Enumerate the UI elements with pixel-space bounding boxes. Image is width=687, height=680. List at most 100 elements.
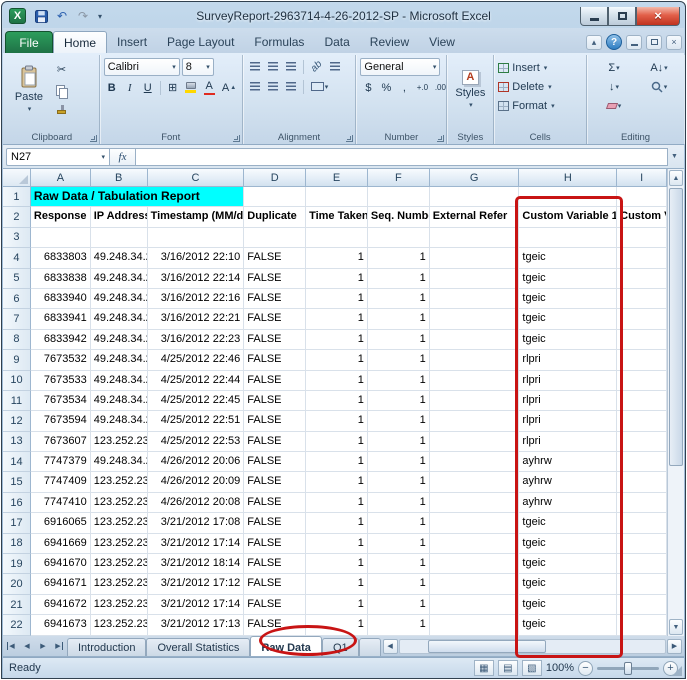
cell-B15[interactable]: 123.252.239.2 <box>91 472 148 492</box>
cell-I16[interactable] <box>617 493 667 513</box>
wrap-text-button[interactable] <box>327 58 343 75</box>
increase-decimal-button[interactable]: +.0 <box>414 79 430 96</box>
hscroll-track[interactable] <box>399 639 666 654</box>
scroll-up-icon[interactable]: ▲ <box>669 170 683 186</box>
cell-I2[interactable]: Custom V <box>617 207 667 227</box>
accounting-format-button[interactable]: $ <box>360 79 376 96</box>
cell-C10[interactable]: 4/25/2012 22:44 <box>148 371 245 391</box>
sheet-tab-introduction[interactable]: Introduction <box>67 638 146 656</box>
cell-B14[interactable]: 49.248.34.202 <box>91 452 148 472</box>
cell-B18[interactable]: 123.252.239.2 <box>91 534 148 554</box>
cell-B17[interactable]: 123.252.239.2 <box>91 513 148 533</box>
workbook-restore-button[interactable] <box>646 35 662 50</box>
cell-G11[interactable] <box>430 391 520 411</box>
column-header-G[interactable]: G <box>430 169 520 187</box>
cell-D5[interactable]: FALSE <box>244 269 306 289</box>
row-header-14[interactable]: 14 <box>3 452 31 472</box>
cell-I3[interactable] <box>617 228 667 248</box>
tab-file[interactable]: File <box>5 31 53 53</box>
workbook-close-button[interactable]: × <box>666 35 682 50</box>
tab-insert[interactable]: Insert <box>107 31 157 53</box>
sheet-tab-q1[interactable]: Q1 <box>322 638 359 656</box>
tab-home[interactable]: Home <box>53 31 107 53</box>
cell-E20[interactable]: 1 <box>306 574 368 594</box>
cell-D20[interactable]: FALSE <box>244 574 306 594</box>
autosum-button[interactable]: Σ▾ <box>591 59 637 76</box>
cell-G4[interactable] <box>430 248 520 268</box>
cell-G19[interactable] <box>430 554 520 574</box>
cell-D4[interactable]: FALSE <box>244 248 306 268</box>
cell-E3[interactable] <box>306 228 368 248</box>
merge-center-button[interactable]: ▾ <box>308 78 332 95</box>
align-right-button[interactable] <box>283 78 299 95</box>
cell-E1[interactable] <box>306 187 368 207</box>
cell-E5[interactable]: 1 <box>306 269 368 289</box>
cell-H5[interactable]: tgeic <box>519 269 617 289</box>
horizontal-scrollbar[interactable]: ◀ ▶ <box>381 636 684 656</box>
cell-B8[interactable]: 49.248.34.202 <box>91 330 148 350</box>
align-center-button[interactable] <box>265 78 281 95</box>
row-header-1[interactable]: 1 <box>3 187 31 207</box>
formula-bar-expand-icon[interactable]: ▼ <box>668 148 681 166</box>
cell-I18[interactable] <box>617 534 667 554</box>
cell-E2[interactable]: Time Taken <box>306 207 368 227</box>
decrease-decimal-button[interactable]: .00 <box>432 79 448 96</box>
cell-H16[interactable]: ayhrw <box>519 493 617 513</box>
workbook-minimize-button[interactable] <box>626 35 642 50</box>
tab-view[interactable]: View <box>419 31 465 53</box>
cell-A18[interactable]: 6941669 <box>31 534 91 554</box>
cell-D13[interactable]: FALSE <box>244 432 306 452</box>
cell-B20[interactable]: 123.252.239.2 <box>91 574 148 594</box>
cell-A3[interactable] <box>31 228 91 248</box>
cell-D16[interactable]: FALSE <box>244 493 306 513</box>
cell-H13[interactable]: rlpri <box>519 432 617 452</box>
cell-D6[interactable]: FALSE <box>244 289 306 309</box>
cell-B21[interactable]: 123.252.239.2 <box>91 595 148 615</box>
cell-B10[interactable]: 49.248.34.202 <box>91 371 148 391</box>
zoom-level-label[interactable]: 100% <box>546 662 574 674</box>
row-header-4[interactable]: 4 <box>3 248 31 268</box>
orientation-button[interactable]: ab <box>308 58 325 75</box>
align-left-button[interactable] <box>247 78 263 95</box>
cell-D17[interactable]: FALSE <box>244 513 306 533</box>
cell-C2[interactable]: Timestamp (MM/dd <box>148 207 245 227</box>
help-icon[interactable]: ? <box>606 34 622 50</box>
cell-F2[interactable]: Seq. Number <box>368 207 430 227</box>
row-header-18[interactable]: 18 <box>3 534 31 554</box>
zoom-slider[interactable] <box>597 667 659 670</box>
cell-I21[interactable] <box>617 595 667 615</box>
cell-D2[interactable]: Duplicate <box>244 207 306 227</box>
cell-H18[interactable]: tgeic <box>519 534 617 554</box>
cell-I11[interactable] <box>617 391 667 411</box>
cell-C4[interactable]: 3/16/2012 22:10 <box>148 248 245 268</box>
row-header-6[interactable]: 6 <box>3 289 31 309</box>
cell-A1-report-title[interactable]: Raw Data / Tabulation Report <box>31 187 244 207</box>
next-sheet-icon[interactable]: ▶ <box>35 636 51 656</box>
cell-C8[interactable]: 3/16/2012 22:23 <box>148 330 245 350</box>
vertical-scrollbar[interactable]: ▲ ▼ <box>667 169 684 636</box>
cell-H8[interactable]: tgeic <box>519 330 617 350</box>
first-sheet-icon[interactable]: ◀ <box>3 636 19 656</box>
cell-C5[interactable]: 3/16/2012 22:14 <box>148 269 245 289</box>
cell-G14[interactable] <box>430 452 520 472</box>
redo-icon[interactable]: ↷ <box>74 8 92 25</box>
cell-D9[interactable]: FALSE <box>244 350 306 370</box>
number-dialog-launcher-icon[interactable] <box>437 135 444 142</box>
clipboard-dialog-launcher-icon[interactable] <box>90 135 97 142</box>
row-header-3[interactable]: 3 <box>3 228 31 248</box>
italic-button[interactable]: I <box>122 79 138 96</box>
sheet-tab-raw-data[interactable]: Raw Data <box>250 636 322 656</box>
window-minimize-button[interactable] <box>580 7 608 26</box>
cell-I10[interactable] <box>617 371 667 391</box>
cell-D22[interactable]: FALSE <box>244 615 306 635</box>
column-header-I[interactable]: I <box>617 169 667 187</box>
cell-F7[interactable]: 1 <box>368 309 430 329</box>
cell-A12[interactable]: 7673594 <box>31 411 91 431</box>
cell-F6[interactable]: 1 <box>368 289 430 309</box>
cell-F19[interactable]: 1 <box>368 554 430 574</box>
fill-color-button[interactable] <box>183 79 199 96</box>
cell-F4[interactable]: 1 <box>368 248 430 268</box>
cell-G15[interactable] <box>430 472 520 492</box>
select-all-button[interactable] <box>3 169 31 187</box>
cell-I6[interactable] <box>617 289 667 309</box>
